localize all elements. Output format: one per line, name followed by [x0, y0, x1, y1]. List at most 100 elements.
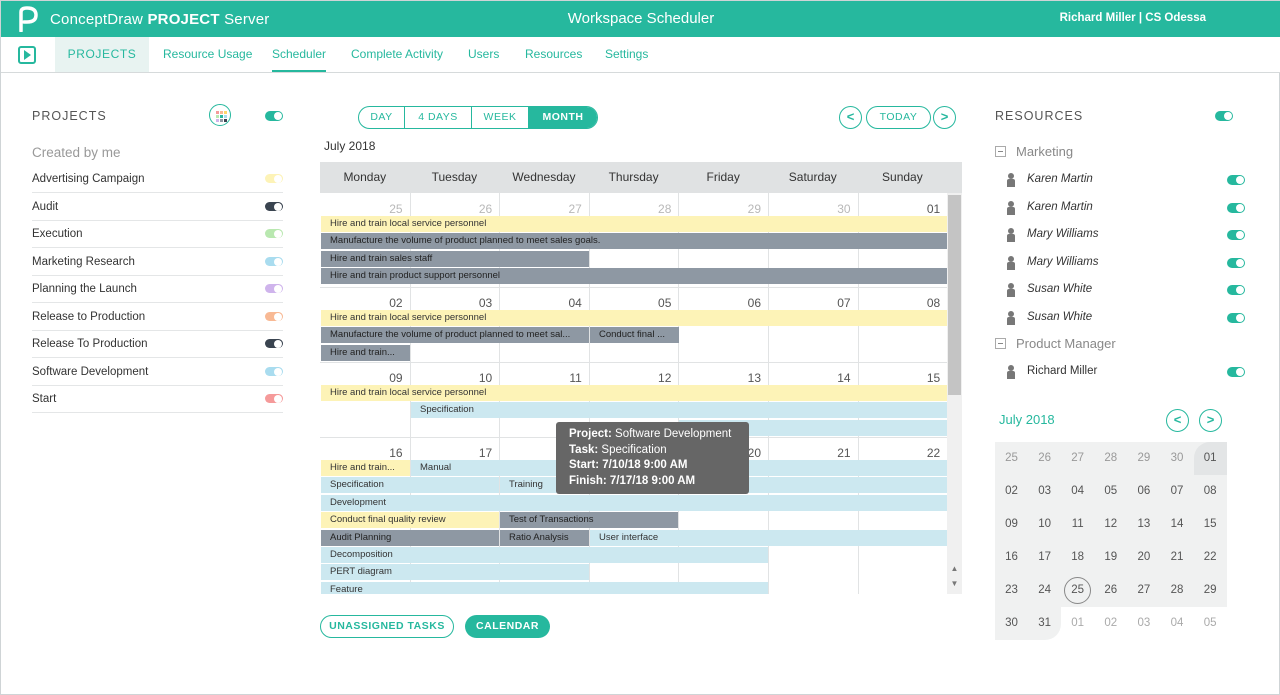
- view-day-button[interactable]: DAY: [359, 107, 405, 128]
- day-number[interactable]: 15: [860, 371, 940, 385]
- task-bar[interactable]: Audit Planning: [321, 529, 499, 546]
- mini-calendar-day[interactable]: 03: [1127, 607, 1160, 640]
- day-number[interactable]: 28: [591, 202, 671, 216]
- project-item[interactable]: Audit: [32, 194, 283, 221]
- project-toggle[interactable]: [265, 201, 283, 211]
- resource-item[interactable]: Karen Martin: [1007, 199, 1245, 219]
- mini-calendar-day[interactable]: 29: [1127, 442, 1160, 475]
- user-account[interactable]: Richard Miller | CS Odessa: [1060, 12, 1206, 24]
- day-number[interactable]: 06: [681, 296, 761, 310]
- project-item[interactable]: Advertising Campaign: [32, 166, 283, 193]
- day-number[interactable]: 13: [681, 371, 761, 385]
- calendar-scrollbar[interactable]: ▲ ▼: [947, 193, 962, 594]
- nav-settings[interactable]: Settings: [605, 37, 648, 72]
- nav-scheduler[interactable]: Scheduler: [272, 37, 327, 72]
- mini-calendar-day[interactable]: 01: [1194, 442, 1227, 475]
- day-number[interactable]: 08: [860, 296, 940, 310]
- resource-group-header[interactable]: Product Manager: [995, 336, 1116, 351]
- mini-calendar-day[interactable]: 26: [1094, 574, 1127, 607]
- mini-calendar-day[interactable]: 27: [1127, 574, 1160, 607]
- task-bar[interactable]: Hire and train sales staff: [321, 250, 589, 267]
- project-item[interactable]: Start: [32, 386, 283, 413]
- nav-users[interactable]: Users: [468, 37, 499, 72]
- mini-calendar-day[interactable]: 27: [1061, 442, 1094, 475]
- color-grid-icon[interactable]: [209, 104, 231, 126]
- day-number[interactable]: 02: [323, 296, 402, 310]
- mini-calendar-day[interactable]: 30: [1161, 442, 1194, 475]
- mini-calendar-day[interactable]: 04: [1161, 607, 1194, 640]
- task-bar[interactable]: Conduct final quality review: [321, 512, 499, 529]
- mini-prev-button[interactable]: <: [1166, 409, 1189, 432]
- mini-calendar-day[interactable]: 21: [1161, 541, 1194, 574]
- task-bar[interactable]: Conduct final ...: [590, 327, 679, 344]
- day-number[interactable]: 12: [591, 371, 671, 385]
- view-week-button[interactable]: WEEK: [472, 107, 529, 128]
- calendar-button[interactable]: CALENDAR: [465, 615, 550, 638]
- project-toggle[interactable]: [265, 339, 283, 348]
- day-number[interactable]: 27: [502, 202, 581, 216]
- task-bar[interactable]: Feature: [321, 581, 768, 594]
- day-number[interactable]: 21: [771, 446, 850, 460]
- resources-toggle[interactable]: [1215, 111, 1233, 121]
- task-bar[interactable]: Hire and train local service personnel: [321, 385, 947, 401]
- project-toggle[interactable]: [265, 366, 283, 376]
- collapse-icon[interactable]: [995, 338, 1006, 349]
- project-item[interactable]: Release To Production: [32, 331, 283, 358]
- resource-item[interactable]: Susan White: [1007, 281, 1245, 301]
- mini-calendar-day[interactable]: 26: [1028, 442, 1061, 475]
- mini-calendar-day[interactable]: 12: [1094, 508, 1127, 541]
- mini-calendar-day[interactable]: 22: [1194, 541, 1227, 574]
- mini-calendar-day[interactable]: 29: [1194, 574, 1227, 607]
- mini-next-button[interactable]: >: [1199, 409, 1222, 432]
- day-number[interactable]: 16: [323, 446, 402, 460]
- mini-calendar-day[interactable]: 13: [1127, 508, 1160, 541]
- view-4days-button[interactable]: 4 DAYS: [405, 107, 472, 128]
- project-toggle[interactable]: [265, 174, 283, 183]
- task-bar[interactable]: Manufacture the volume of product planne…: [321, 233, 947, 250]
- task-bar[interactable]: Manufacture the volume of product planne…: [321, 327, 589, 344]
- mini-calendar-day[interactable]: 04: [1061, 475, 1094, 508]
- mini-calendar-day[interactable]: 07: [1161, 475, 1194, 508]
- task-bar[interactable]: Specification: [411, 402, 948, 419]
- mini-calendar-day[interactable]: 31: [1028, 607, 1061, 640]
- task-bar[interactable]: Test of Transactions: [500, 512, 678, 529]
- mini-calendar-day[interactable]: 14: [1161, 508, 1194, 541]
- day-number[interactable]: 11: [502, 371, 581, 385]
- view-month-button[interactable]: MONTH: [529, 107, 597, 128]
- scrollbar-thumb[interactable]: [948, 195, 961, 395]
- resource-toggle[interactable]: [1227, 285, 1245, 295]
- resource-toggle[interactable]: [1227, 230, 1245, 240]
- nav-complete-activity[interactable]: Complete Activity: [351, 37, 443, 72]
- scroll-down-icon[interactable]: ▼: [947, 578, 962, 590]
- mini-calendar-day[interactable]: 11: [1061, 508, 1094, 541]
- mini-calendar-day[interactable]: 15: [1194, 508, 1227, 541]
- task-bar[interactable]: Hire and train...: [321, 460, 410, 476]
- project-item[interactable]: Software Development: [32, 359, 283, 386]
- mini-calendar-day[interactable]: 03: [1028, 475, 1061, 508]
- resource-toggle[interactable]: [1227, 257, 1245, 268]
- today-button[interactable]: TODAY: [866, 106, 931, 129]
- project-toggle[interactable]: [265, 311, 283, 321]
- resource-item[interactable]: Susan White: [1007, 309, 1245, 329]
- task-bar[interactable]: User interface: [590, 529, 947, 546]
- task-bar[interactable]: Ratio Analysis: [500, 529, 589, 546]
- next-period-button[interactable]: >: [933, 106, 956, 129]
- resource-toggle[interactable]: [1227, 202, 1245, 213]
- day-number[interactable]: 22: [860, 446, 940, 460]
- resource-item[interactable]: Richard Miller: [1007, 363, 1245, 383]
- task-bar[interactable]: Specification: [321, 477, 499, 494]
- resource-toggle[interactable]: [1227, 367, 1245, 377]
- unassigned-tasks-button[interactable]: UNASSIGNED TASKS: [320, 615, 454, 638]
- day-number[interactable]: 01: [860, 202, 940, 216]
- collapse-icon[interactable]: [995, 146, 1006, 157]
- mini-calendar-day[interactable]: 18: [1061, 541, 1094, 574]
- mini-calendar-day[interactable]: 17: [1028, 541, 1061, 574]
- resource-item[interactable]: Mary Williams: [1007, 226, 1245, 246]
- task-bar[interactable]: Development: [321, 494, 947, 511]
- resource-item[interactable]: Karen Martin: [1007, 171, 1245, 191]
- mini-calendar-day[interactable]: 08: [1194, 475, 1227, 508]
- day-number[interactable]: 05: [591, 296, 671, 310]
- mini-calendar-day[interactable]: 01: [1061, 607, 1094, 640]
- task-bar[interactable]: Hire and train local service personnel: [321, 310, 947, 326]
- mini-calendar-day[interactable]: 05: [1194, 607, 1227, 640]
